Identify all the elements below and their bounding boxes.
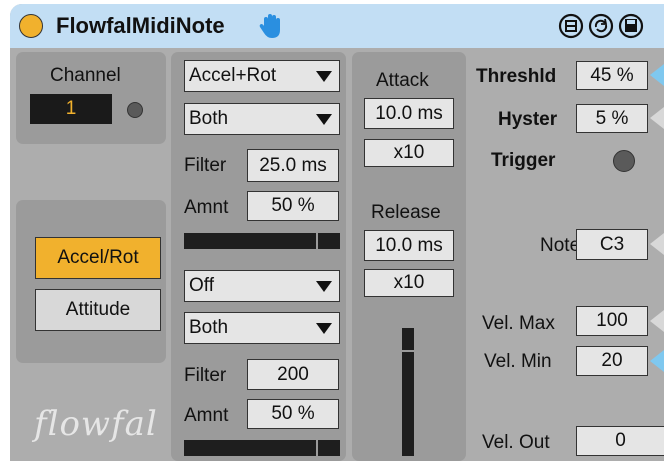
direction-select-2[interactable]: Both bbox=[184, 312, 340, 344]
refresh-icon[interactable] bbox=[588, 13, 614, 39]
release-field[interactable]: 10.0 ms bbox=[364, 230, 454, 261]
channel-value: 1 bbox=[65, 98, 77, 119]
title-bar: FlowfalMidiNote bbox=[10, 4, 664, 48]
threshold-label: Threshld bbox=[476, 66, 557, 87]
threshold-field[interactable]: 45 % bbox=[576, 61, 648, 90]
note-field[interactable]: C3 bbox=[576, 229, 648, 260]
filter-value-2: 200 bbox=[277, 363, 309, 385]
direction-select-1[interactable]: Both bbox=[184, 103, 340, 135]
velmax-value: 100 bbox=[596, 310, 628, 331]
release-multiplier-label: x10 bbox=[393, 272, 425, 293]
attack-multiplier-label: x10 bbox=[393, 142, 425, 163]
chevron-down-icon bbox=[316, 114, 332, 125]
level-meter-1 bbox=[184, 233, 340, 249]
accel-rot-button[interactable]: Accel/Rot bbox=[35, 237, 161, 279]
release-value: 10.0 ms bbox=[375, 234, 443, 256]
amnt-label-2: Amnt bbox=[184, 405, 229, 426]
velmax-field[interactable]: 100 bbox=[576, 306, 648, 336]
hyster-field[interactable]: 5 % bbox=[576, 104, 648, 133]
filter-field-2[interactable]: 200 bbox=[247, 359, 339, 390]
amnt-value-1: 50 % bbox=[271, 195, 315, 216]
velmin-slider-handle[interactable] bbox=[650, 350, 664, 372]
release-label: Release bbox=[371, 202, 441, 223]
amnt-value-2: 50 % bbox=[271, 403, 315, 424]
velout-label: Vel. Out bbox=[482, 432, 550, 453]
amnt-field-1[interactable]: 50 % bbox=[247, 191, 339, 221]
channel-activity-led bbox=[127, 102, 143, 118]
attack-multiplier-button[interactable]: x10 bbox=[364, 139, 454, 167]
channel-label: Channel bbox=[50, 65, 121, 86]
amnt-label-1: Amnt bbox=[184, 197, 229, 218]
device-power-button[interactable] bbox=[19, 14, 43, 38]
save-icon[interactable] bbox=[618, 13, 658, 39]
chevron-down-icon bbox=[316, 281, 332, 292]
chevron-down-icon bbox=[316, 71, 332, 82]
velmax-label: Vel. Max bbox=[482, 313, 555, 334]
channel-number-box[interactable]: 1 bbox=[30, 94, 112, 124]
source-select-2-value: Off bbox=[189, 275, 214, 296]
accel-rot-button-label: Accel/Rot bbox=[57, 247, 139, 268]
note-value: C3 bbox=[599, 233, 625, 255]
velmin-value: 20 bbox=[601, 350, 623, 371]
direction-select-2-value: Both bbox=[189, 317, 229, 338]
filter-label-2: Filter bbox=[184, 365, 227, 386]
level-meter-2 bbox=[184, 440, 340, 456]
envelope-meter bbox=[402, 328, 414, 456]
attack-label: Attack bbox=[376, 70, 429, 91]
note-label: Note bbox=[540, 235, 581, 256]
filter-label-1: Filter bbox=[184, 155, 227, 176]
attack-field[interactable]: 10.0 ms bbox=[364, 98, 454, 129]
trigger-led bbox=[613, 150, 635, 172]
velmin-label: Vel. Min bbox=[484, 351, 552, 372]
threshold-slider-handle[interactable] bbox=[650, 64, 664, 86]
flowfal-logo: flowfal bbox=[34, 404, 158, 444]
direction-select-1-value: Both bbox=[189, 108, 229, 129]
velmin-field[interactable]: 20 bbox=[576, 346, 648, 376]
hyster-slider-handle[interactable] bbox=[650, 107, 664, 129]
threshold-value: 45 % bbox=[590, 64, 634, 86]
release-multiplier-button[interactable]: x10 bbox=[364, 269, 454, 297]
source-select-2[interactable]: Off bbox=[184, 270, 340, 302]
filter-value-1: 25.0 ms bbox=[259, 154, 327, 176]
source-select-1-value: Accel+Rot bbox=[189, 65, 277, 86]
attitude-button-label: Attitude bbox=[65, 299, 131, 320]
source-select-1[interactable]: Accel+Rot bbox=[184, 60, 340, 92]
note-slider-handle[interactable] bbox=[650, 233, 664, 255]
device-frame: FlowfalMidiNote Channel 1 Accel/Rot Atti… bbox=[10, 4, 664, 461]
hyster-label: Hyster bbox=[498, 109, 558, 130]
amnt-field-2[interactable]: 50 % bbox=[247, 399, 339, 429]
mode-panel bbox=[16, 200, 166, 363]
velout-value: 0 bbox=[615, 430, 626, 451]
filter-field-1[interactable]: 25.0 ms bbox=[247, 149, 339, 182]
map-icon[interactable] bbox=[558, 13, 584, 39]
device-title: FlowfalMidiNote bbox=[56, 13, 225, 38]
velmax-slider-handle[interactable] bbox=[650, 310, 664, 332]
hyster-value: 5 % bbox=[595, 107, 629, 129]
chevron-down-icon bbox=[316, 323, 332, 334]
velout-field: 0 bbox=[576, 426, 664, 456]
attack-value: 10.0 ms bbox=[375, 102, 443, 124]
hand-icon bbox=[259, 14, 280, 38]
trigger-label: Trigger bbox=[491, 150, 556, 171]
attitude-button[interactable]: Attitude bbox=[35, 289, 161, 331]
